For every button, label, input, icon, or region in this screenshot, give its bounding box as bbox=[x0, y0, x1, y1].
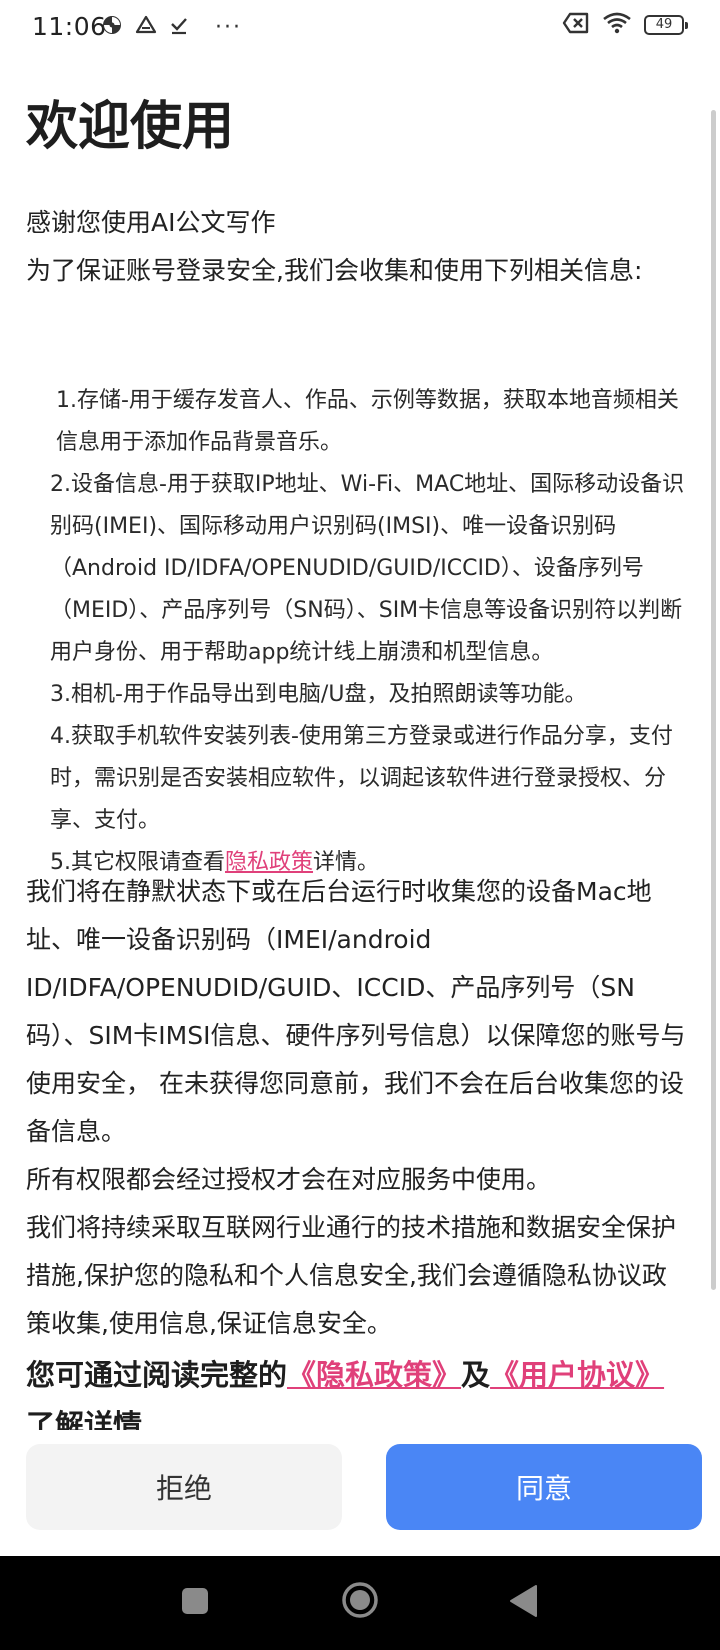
wifi-icon bbox=[602, 12, 632, 38]
status-bar: 11:06 ··· 49 bbox=[0, 0, 720, 54]
detail-paragraph-2: 所有权限都会经过授权才会在对应服务中使用。 bbox=[26, 1165, 552, 1194]
privacy-policy-link[interactable]: 《隐私政策》 bbox=[287, 1358, 461, 1392]
system-nav-bar bbox=[0, 1556, 720, 1650]
agree-button[interactable]: 同意 bbox=[386, 1444, 702, 1530]
scrollbar[interactable] bbox=[711, 110, 716, 1290]
battery-icon: 49 bbox=[644, 15, 688, 35]
detail-paragraph-3: 我们将持续采取互联网行业通行的技术措施和数据安全保护措施,保护您的隐私和个人信息… bbox=[26, 1213, 677, 1338]
home-icon[interactable] bbox=[340, 1580, 380, 1624]
intro-line-2: 为了保证账号登录安全,我们会收集和使用下列相关信息: bbox=[26, 256, 643, 285]
status-time: 11:06 bbox=[32, 12, 107, 41]
intro-line-1: 感谢您使用AI公文写作 bbox=[26, 208, 276, 237]
read-more-text: 您可通过阅读完整的《隐私政策》及《用户协议》了解详情 bbox=[26, 1350, 690, 1434]
permission-item-device-info: 2.设备信息-用于获取IP地址、Wi-Fi、MAC地址、国际移动设备识别码(IM… bbox=[50, 472, 685, 665]
page-title: 欢迎使用 bbox=[26, 97, 235, 157]
notification-icons: ··· bbox=[101, 14, 242, 40]
more-notifications-icon: ··· bbox=[215, 14, 242, 40]
recents-icon[interactable] bbox=[180, 1586, 210, 1620]
no-sim-icon bbox=[562, 12, 590, 38]
read-more-and: 及 bbox=[461, 1358, 491, 1392]
system-status-icons: 49 bbox=[562, 12, 688, 38]
reject-button[interactable]: 拒绝 bbox=[26, 1444, 342, 1530]
drive-icon bbox=[135, 15, 157, 39]
action-bar: 拒绝 同意 bbox=[0, 1430, 720, 1558]
back-icon[interactable] bbox=[508, 1584, 538, 1622]
detail-paragraph-1: 我们将在静默状态下或在后台运行时收集您的设备Mac地址、唯一设备识别码（IMEI… bbox=[26, 877, 686, 1146]
detail-text: 我们将在静默状态下或在后台运行时收集您的设备Mac地址、唯一设备识别码（IMEI… bbox=[26, 868, 690, 1348]
intro-text: 感谢您使用AI公文写作 为了保证账号登录安全,我们会收集和使用下列相关信息: bbox=[26, 199, 690, 295]
pinwheel-icon bbox=[101, 14, 123, 40]
task-done-icon bbox=[169, 15, 189, 39]
permission-list: 1.存储-用于缓存发音人、作品、示例等数据，获取本地音频相关信息用于添加作品背景… bbox=[26, 380, 690, 884]
permission-item-app-list: 4.获取手机软件安装列表-使用第三方登录或进行作品分享，支付时，需识别是否安装相… bbox=[50, 724, 673, 833]
permission-item-storage: 1.存储-用于缓存发音人、作品、示例等数据，获取本地音频相关信息用于添加作品背景… bbox=[56, 388, 679, 455]
privacy-dialog-content[interactable]: 欢迎使用 感谢您使用AI公文写作 为了保证账号登录安全,我们会收集和使用下列相关… bbox=[0, 54, 720, 1434]
user-agreement-link[interactable]: 《用户协议》 bbox=[490, 1358, 664, 1392]
read-more-prefix: 您可通过阅读完整的 bbox=[26, 1358, 288, 1392]
permission-item-camera: 3.相机-用于作品导出到电脑/U盘，及拍照朗读等功能。 bbox=[50, 682, 587, 707]
